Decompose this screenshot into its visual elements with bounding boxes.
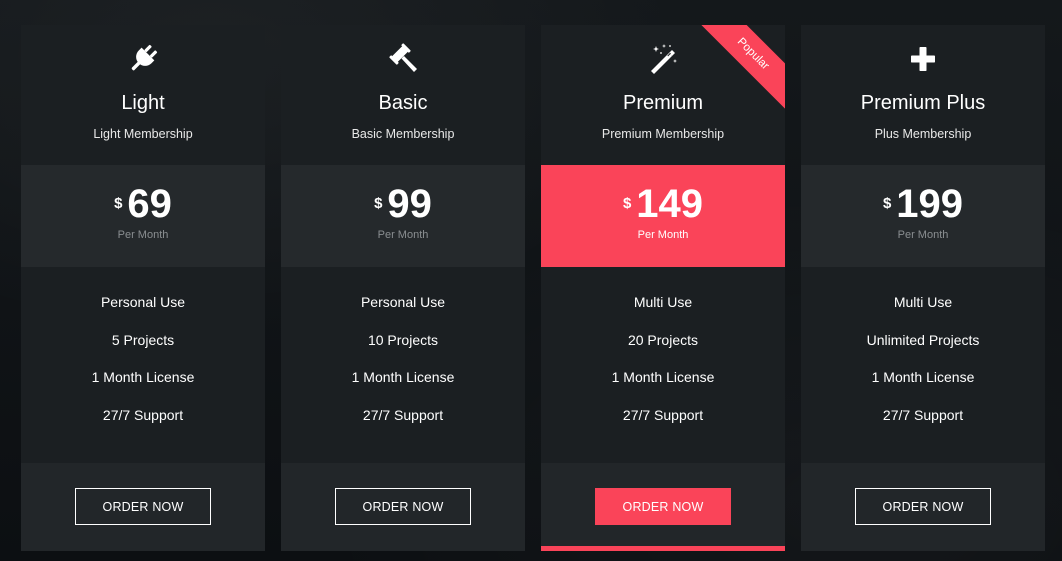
- price-period: Per Month: [117, 229, 169, 241]
- price-box: $ 199 Per Month: [801, 165, 1045, 267]
- plan-header: Light Light Membership: [21, 25, 265, 165]
- feature-item: Multi Use: [893, 294, 953, 310]
- price-amount: 69: [127, 182, 172, 226]
- feature-item: 5 Projects: [111, 332, 175, 348]
- feature-item: Unlimited Projects: [866, 332, 980, 348]
- plan-subtitle: Plus Membership: [874, 127, 972, 141]
- order-now-button[interactable]: ORDER NOW: [335, 488, 471, 525]
- plug-icon: [127, 43, 159, 75]
- plan-footer: ORDER NOW: [21, 463, 265, 551]
- plan-footer: ORDER NOW: [801, 463, 1045, 551]
- price-period: Per Month: [637, 229, 689, 241]
- pricing-table: Light Light Membership $ 69 Per Month Pe…: [21, 25, 1045, 551]
- feature-item: 1 Month License: [91, 369, 195, 385]
- feature-item: 1 Month License: [871, 369, 975, 385]
- feature-item: 27/7 Support: [102, 407, 184, 423]
- feature-item: Personal Use: [100, 294, 186, 310]
- currency-symbol: $: [114, 195, 123, 212]
- price-box: $ 69 Per Month: [21, 165, 265, 267]
- plan-footer: ORDER NOW: [541, 463, 785, 551]
- price-amount: 149: [636, 182, 704, 226]
- popular-ribbon: Popular: [691, 25, 785, 119]
- plan-header: Premium Plus Plus Membership: [801, 25, 1045, 165]
- feature-item: 1 Month License: [351, 369, 455, 385]
- currency-symbol: $: [374, 195, 383, 212]
- plan-subtitle: Light Membership: [93, 127, 193, 141]
- plan-name: Basic: [378, 92, 428, 114]
- feature-list: Multi Use Unlimited Projects 1 Month Lic…: [801, 267, 1045, 463]
- plan-card-light: Light Light Membership $ 69 Per Month Pe…: [21, 25, 265, 551]
- plan-name: Premium Plus: [860, 92, 986, 114]
- ribbon-label: Popular: [692, 25, 785, 115]
- feature-item: 27/7 Support: [362, 407, 444, 423]
- feature-item: Personal Use: [360, 294, 446, 310]
- plan-header: Basic Basic Membership: [281, 25, 525, 165]
- order-now-button[interactable]: ORDER NOW: [595, 488, 731, 525]
- plan-subtitle: Premium Membership: [601, 127, 725, 141]
- feature-item: 10 Projects: [367, 332, 439, 348]
- feature-item: 27/7 Support: [622, 407, 704, 423]
- price-period: Per Month: [377, 229, 429, 241]
- plus-icon: [907, 43, 939, 75]
- feature-item: 1 Month License: [611, 369, 715, 385]
- price-box: $ 99 Per Month: [281, 165, 525, 267]
- feature-item: 27/7 Support: [882, 407, 964, 423]
- plan-card-basic: Basic Basic Membership $ 99 Per Month Pe…: [281, 25, 525, 551]
- price-amount: 199: [896, 182, 964, 226]
- feature-list: Multi Use 20 Projects 1 Month License 27…: [541, 267, 785, 463]
- currency-symbol: $: [622, 195, 632, 212]
- feature-list: Personal Use 5 Projects 1 Month License …: [21, 267, 265, 463]
- plan-subtitle: Basic Membership: [351, 127, 455, 141]
- gavel-icon: [387, 43, 419, 75]
- order-now-button[interactable]: ORDER NOW: [855, 488, 991, 525]
- magic-wand-icon: [647, 43, 679, 75]
- feature-item: 20 Projects: [627, 332, 699, 348]
- price-period: Per Month: [897, 229, 949, 241]
- order-now-button[interactable]: ORDER NOW: [75, 488, 211, 525]
- plan-name: Light: [121, 92, 165, 114]
- price-amount: 99: [387, 182, 432, 226]
- plan-footer: ORDER NOW: [281, 463, 525, 551]
- feature-list: Personal Use 10 Projects 1 Month License…: [281, 267, 525, 463]
- price-box: $ 149 Per Month: [541, 165, 785, 267]
- plan-card-premium-plus: Premium Plus Plus Membership $ 199 Per M…: [801, 25, 1045, 551]
- plan-card-premium: Premium Premium Membership Popular $ 149…: [541, 25, 785, 551]
- feature-item: Multi Use: [633, 294, 693, 310]
- currency-symbol: $: [882, 195, 892, 212]
